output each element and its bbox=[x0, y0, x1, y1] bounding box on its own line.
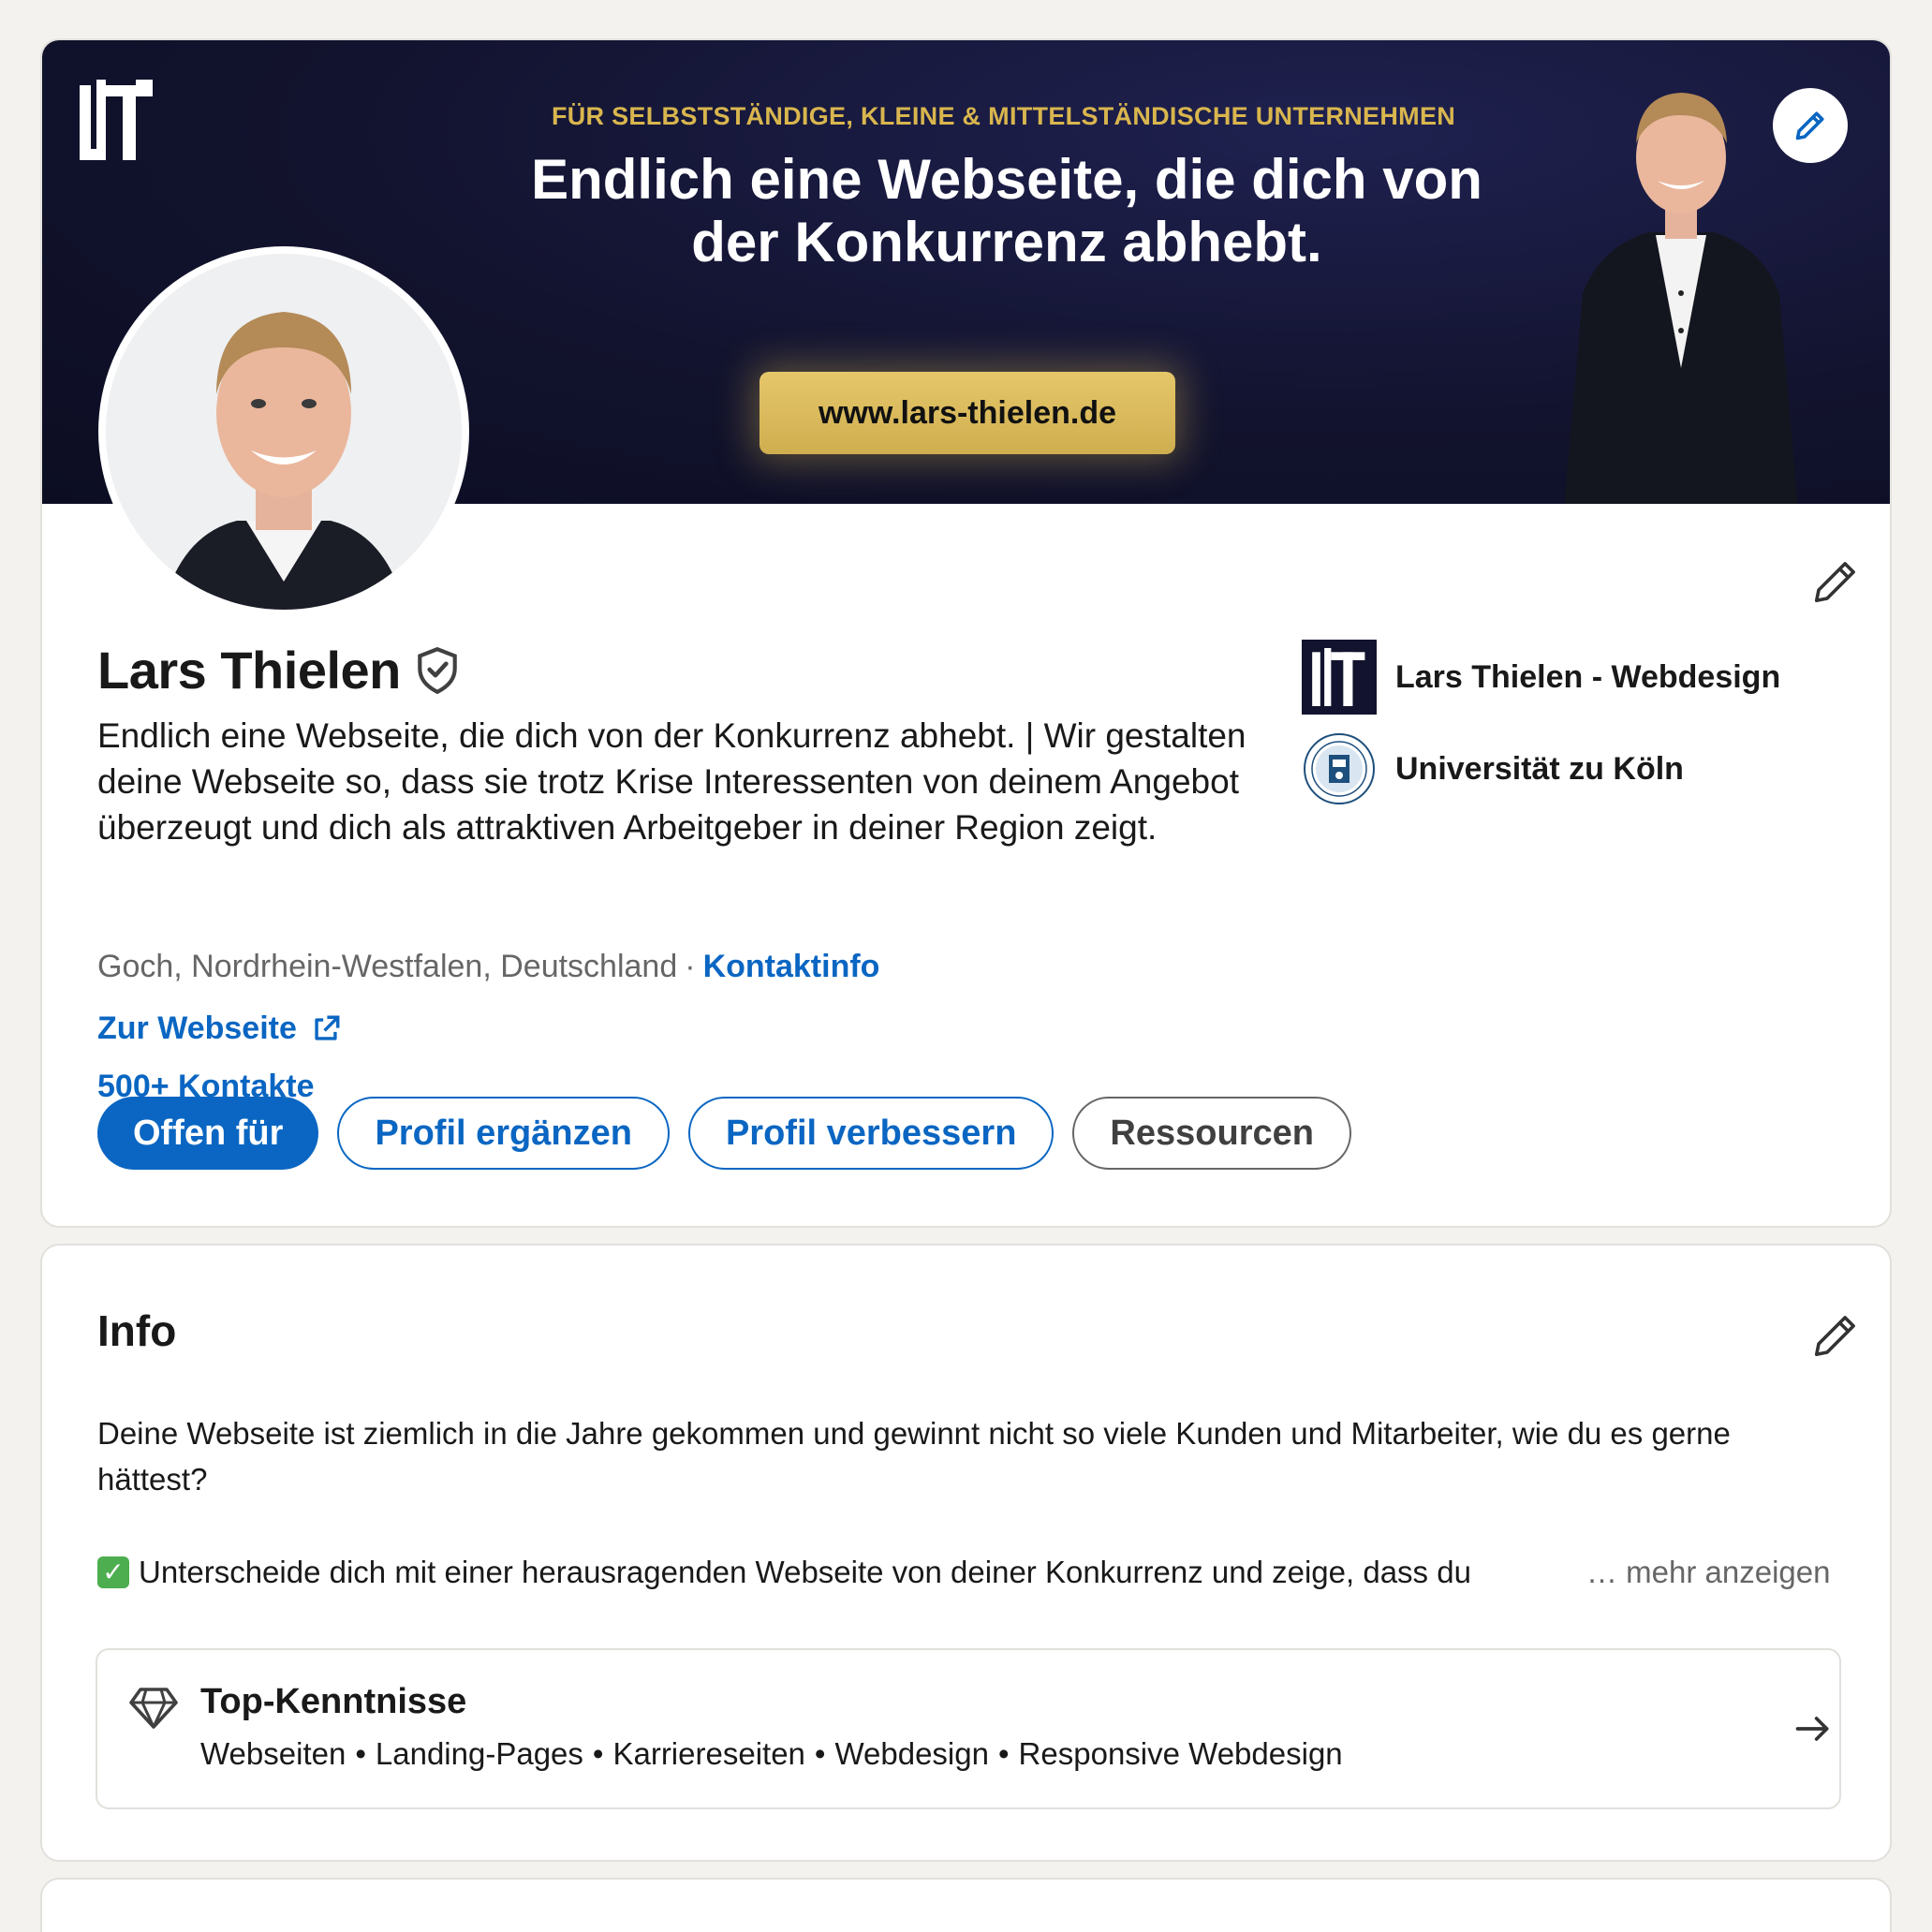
profile-headline: Endlich eine Webseite, die dich von der … bbox=[97, 716, 1246, 847]
top-skills-title: Top-Kenntnisse bbox=[200, 1682, 467, 1721]
top-skills-list: Webseiten • Landing-Pages • Karriereseiten • W… bbox=[200, 1736, 1343, 1771]
verified-shield-icon[interactable] bbox=[414, 645, 461, 696]
section-title: Info bbox=[97, 1306, 177, 1355]
profile-avatar[interactable] bbox=[98, 246, 469, 617]
edit-intro-button[interactable] bbox=[1807, 553, 1864, 610]
diamond-icon bbox=[129, 1688, 178, 1729]
open-to-button[interactable]: Offen für bbox=[97, 1097, 319, 1170]
profile-photo bbox=[106, 254, 462, 610]
profile-top-card: FÜR SELBSTSTÄNDIGE, KLEINE & MITTELSTÄND… bbox=[40, 38, 1892, 1228]
company-link[interactable]: Lars Thielen - Webdesign bbox=[1302, 640, 1780, 715]
skill-item: Karriereseiten bbox=[612, 1736, 805, 1771]
arrow-right-icon[interactable] bbox=[1792, 1708, 1834, 1749]
skill-item: Responsive Webdesign bbox=[1018, 1736, 1343, 1771]
profile-location: Goch, Nordrhein-Westfalen, Deutschland bbox=[97, 949, 678, 984]
next-section-card bbox=[40, 1878, 1892, 1932]
pencil-icon bbox=[1795, 111, 1824, 140]
lt-logo-icon bbox=[1302, 640, 1377, 715]
banner-website-button: www.lars-thielen.de bbox=[760, 372, 1175, 454]
top-skills-card[interactable]: Top-Kenntnisse Webseiten • Landing-Pages • K… bbox=[96, 1648, 1841, 1809]
check-mark-icon: ✓ bbox=[97, 1556, 129, 1588]
profile-name: Lars Thielen bbox=[97, 641, 401, 700]
profile-actions: Offen für Profil ergänzen Profil verbess… bbox=[97, 1097, 1351, 1170]
location-row: Goch, Nordrhein-Westfalen, Deutschland · K… bbox=[97, 949, 880, 984]
add-profile-section-button[interactable]: Profil ergänzen bbox=[337, 1097, 670, 1170]
resources-button[interactable]: Ressourcen bbox=[1072, 1097, 1351, 1170]
company-name: Lars Thielen - Webdesign bbox=[1395, 658, 1781, 695]
university-seal-icon bbox=[1302, 731, 1377, 806]
show-more-link[interactable]: … mehr anzeigen bbox=[1586, 1549, 1830, 1595]
skill-item: Webseiten bbox=[200, 1736, 347, 1771]
edit-about-button[interactable] bbox=[1807, 1307, 1864, 1364]
pencil-icon bbox=[1814, 562, 1855, 603]
website-link[interactable]: Zur Webseite bbox=[97, 1010, 342, 1047]
about-text: Deine Webseite ist ziemlich in die Jahre… bbox=[97, 1416, 1731, 1497]
enhance-profile-button[interactable]: Profil verbessern bbox=[687, 1097, 1054, 1170]
pencil-icon bbox=[1814, 1316, 1855, 1357]
skill-item: Landing-Pages bbox=[375, 1736, 583, 1771]
about-section: Info Deine Webseite ist ziemlich in die … bbox=[40, 1244, 1892, 1862]
contact-info-link[interactable]: Kontaktinfo bbox=[703, 949, 880, 984]
education-link[interactable]: Universität zu Köln bbox=[1302, 731, 1684, 806]
external-link-icon bbox=[315, 1015, 340, 1040]
edit-banner-button[interactable] bbox=[1773, 88, 1848, 163]
university-name: Universität zu Köln bbox=[1395, 750, 1684, 787]
banner-headline: Endlich eine Webseite, die dich von der … bbox=[531, 148, 1482, 273]
about-text-truncated: ✓ Unterscheide dich mit einer herausrage… bbox=[97, 1549, 1839, 1595]
name-row: Lars Thielen bbox=[97, 640, 461, 701]
skill-item: Webdesign bbox=[834, 1736, 989, 1771]
